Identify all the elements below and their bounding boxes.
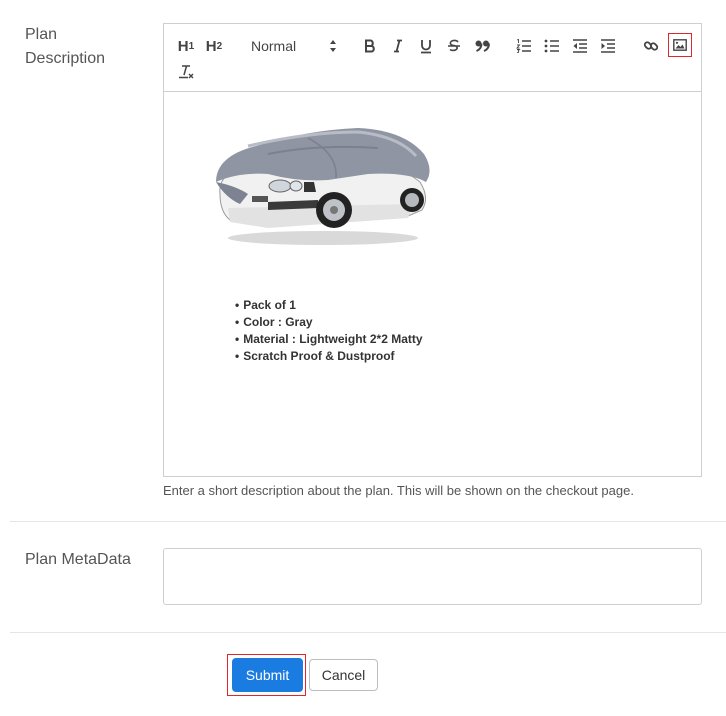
blockquote-icon	[475, 40, 490, 52]
ordered-list-icon	[516, 39, 531, 53]
heading-2-button[interactable]: H2	[204, 35, 224, 57]
heading-1-button[interactable]: H1	[176, 35, 196, 57]
outdent-button[interactable]	[570, 35, 590, 57]
indent-button[interactable]	[598, 35, 618, 57]
strikethrough-button[interactable]	[444, 35, 464, 57]
indent-icon	[601, 39, 615, 53]
car-cover-image	[216, 128, 430, 245]
clear-format-button[interactable]	[176, 61, 196, 83]
italic-button[interactable]	[388, 35, 408, 57]
blockquote-button[interactable]	[472, 35, 492, 57]
list-item: Scratch Proof & Dustproof	[235, 348, 423, 365]
ordered-list-button[interactable]	[514, 35, 534, 57]
bullet-list-button[interactable]	[542, 35, 562, 57]
italic-icon	[394, 39, 402, 53]
select-arrows-icon	[329, 39, 337, 53]
bullet-list-icon	[544, 39, 559, 53]
plan-metadata-input[interactable]	[163, 548, 702, 605]
underline-button[interactable]	[416, 35, 436, 57]
submit-button[interactable]: Submit	[232, 658, 303, 692]
description-bullet-list: Pack of 1 Color : Gray Material : Lightw…	[235, 297, 423, 365]
cancel-button[interactable]: Cancel	[309, 659, 378, 691]
plan-metadata-label: Plan MetaData	[25, 551, 131, 568]
list-item: Pack of 1	[235, 297, 423, 314]
heading-2-sub: 2	[216, 40, 223, 52]
bold-button[interactable]	[360, 35, 380, 57]
section-divider	[10, 521, 726, 522]
link-button[interactable]	[641, 35, 661, 57]
outdent-icon	[573, 39, 587, 53]
bold-icon	[365, 39, 375, 53]
link-icon	[643, 41, 659, 51]
clear-format-icon	[179, 65, 194, 79]
heading-1-sub: 1	[188, 40, 195, 52]
insert-image-button[interactable]	[668, 33, 692, 57]
editor-toolbar: H1 H2 Normal	[164, 24, 701, 92]
format-select[interactable]: Normal	[251, 35, 337, 57]
section-divider	[10, 632, 726, 633]
heading-2-label: H	[205, 37, 217, 55]
heading-1-label: H	[177, 37, 189, 55]
format-select-value: Normal	[251, 38, 297, 54]
strikethrough-icon	[448, 39, 460, 52]
plan-description-help-text: Enter a short description about the plan…	[163, 483, 634, 498]
list-item: Material : Lightweight 2*2 Matty	[235, 331, 422, 348]
plan-description-label: Plan Description	[25, 26, 106, 67]
rich-text-editor[interactable]: H1 H2 Normal • Pack of 1 • Color: Gray …	[163, 23, 702, 477]
underline-icon	[421, 39, 431, 53]
editor-content[interactable]: Pack of 1 Color : Gray Material : Lightw…	[164, 92, 701, 478]
image-icon	[673, 39, 687, 51]
list-item: Color : Gray	[235, 314, 423, 331]
